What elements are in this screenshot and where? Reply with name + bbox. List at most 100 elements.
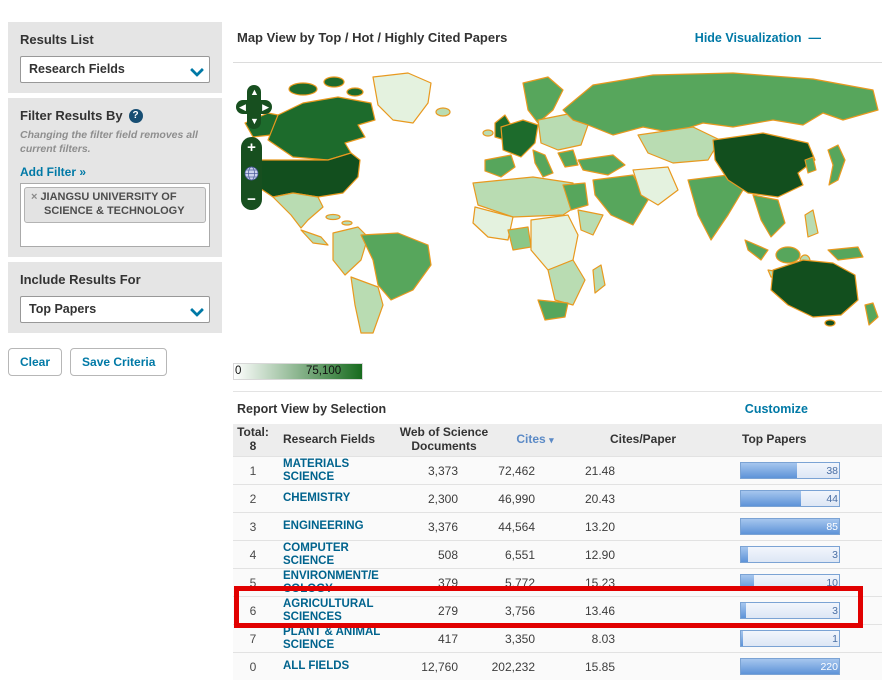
field-link[interactable]: ALL FIELDS [273,660,398,673]
top-papers-bar: 85 [740,518,840,535]
cites-cell: 72,462 [490,464,580,478]
legend-max-label: 75,100 [306,365,341,377]
field-link[interactable]: CHEMISTRY [273,492,398,505]
top-papers-bar-fill [741,547,748,562]
cites-cell: 202,232 [490,660,580,674]
cites-per-paper-cell: 21.48 [580,464,670,478]
rank-cell: 2 [233,492,273,506]
column-header-top-papers[interactable]: Top Papers [670,433,882,447]
cites-per-paper-cell: 8.03 [580,632,670,646]
map-visualization-panel: ▲ ▼ ◀ ▶ + − 0 75,100 [233,62,882,392]
clear-button[interactable]: Clear [8,348,62,376]
column-header-cites-sorted[interactable]: Cites ▾ [490,433,580,447]
rank-cell: 7 [233,632,273,646]
docs-cell: 279 [398,604,490,618]
filter-sidebar: Results List Research Fields Filter Resu… [8,22,222,376]
column-header-wos-documents[interactable]: Web of Science Documents [398,426,490,454]
top-papers-value: 3 [832,549,838,561]
sort-desc-icon: ▾ [549,435,554,445]
field-link[interactable]: AGRICULTURAL SCIENCES [273,598,398,623]
globe-icon[interactable] [244,166,259,181]
column-header-research-fields[interactable]: Research Fields [273,433,398,447]
rank-cell: 6 [233,604,273,618]
pan-right-icon[interactable]: ▶ [262,103,269,112]
filter-note: Changing the filter field removes all cu… [20,129,210,156]
table-row: 1 MATERIALS SCIENCE 3,373 72,462 21.48 3… [233,456,882,484]
top-papers-bar: 38 [740,462,840,479]
include-results-selected-value: Top Papers [29,302,96,316]
top-papers-bar-fill [741,575,754,590]
docs-cell: 3,373 [398,464,490,478]
field-link[interactable]: ENGINEERING [273,520,398,533]
table-row: 0 ALL FIELDS 12,760 202,232 15.85 220 [233,652,882,680]
docs-cell: 417 [398,632,490,646]
cites-cell: 3,756 [490,604,580,618]
docs-cell: 12,760 [398,660,490,674]
table-row: 6 AGRICULTURAL SCIENCES 279 3,756 13.46 … [233,596,882,624]
map-zoom-control: + − [241,137,262,210]
top-papers-bar: 10 [740,574,840,591]
cites-cell: 46,990 [490,492,580,506]
top-papers-value: 10 [826,577,838,589]
top-papers-bar-fill [741,463,797,478]
results-list-dropdown[interactable]: Research Fields [20,56,210,83]
cites-per-paper-cell: 13.20 [580,520,670,534]
rank-cell: 4 [233,548,273,562]
pan-up-icon[interactable]: ▲ [250,88,259,97]
cites-cell: 3,350 [490,632,580,646]
chevron-down-icon [192,65,201,74]
results-list-section: Results List Research Fields [8,22,222,93]
top-papers-bar: 3 [740,602,840,619]
map-color-legend: 0 75,100 [233,363,363,380]
pan-left-icon[interactable]: ◀ [239,103,246,112]
zoom-out-icon[interactable]: − [247,192,256,207]
world-choropleth-map[interactable] [233,65,882,357]
include-results-label: Include Results For [20,272,210,287]
chevron-down-icon [192,305,201,314]
top-papers-bar: 3 [740,546,840,563]
pan-down-icon[interactable]: ▼ [250,117,259,126]
include-results-dropdown[interactable]: Top Papers [20,296,210,323]
include-results-section: Include Results For Top Papers [8,262,222,333]
save-criteria-button[interactable]: Save Criteria [70,348,167,376]
active-filters-box: ×JIANGSU UNIVERSITY OF SCIENCE & TECHNOL… [20,183,210,247]
cites-per-paper-cell: 12.90 [580,548,670,562]
cites-per-paper-cell: 15.85 [580,660,670,674]
field-link[interactable]: COMPUTER SCIENCE [273,542,398,567]
top-papers-value: 220 [820,661,838,673]
help-icon[interactable]: ? [129,109,143,123]
customize-link[interactable]: Customize [745,402,882,416]
filter-tag[interactable]: ×JIANGSU UNIVERSITY OF SCIENCE & TECHNOL… [24,187,206,223]
top-papers-value: 44 [826,493,838,505]
top-papers-bar: 44 [740,490,840,507]
rank-cell: 0 [233,660,273,674]
results-list-label: Results List [20,32,210,47]
total-count-header: Total: 8 [233,426,273,454]
top-papers-bar-fill [741,631,743,646]
top-papers-bar-fill [741,519,839,534]
top-papers-bar-fill [741,603,746,618]
docs-cell: 2,300 [398,492,490,506]
table-row: 2 CHEMISTRY 2,300 46,990 20.43 44 [233,484,882,512]
zoom-in-icon[interactable]: + [247,140,256,155]
collapse-icon: — [809,31,823,45]
column-header-cites-per-paper[interactable]: Cites/Paper [580,433,670,447]
docs-cell: 3,376 [398,520,490,534]
rank-cell: 1 [233,464,273,478]
field-link[interactable]: MATERIALS SCIENCE [273,458,398,483]
top-papers-bar-fill [741,491,801,506]
hide-visualization-link[interactable]: Hide Visualization — [695,31,882,45]
main-content: Map View by Top / Hot / Highly Cited Pap… [233,0,882,681]
field-link[interactable]: PLANT & ANIMAL SCIENCE [273,626,398,651]
cites-cell: 6,551 [490,548,580,562]
remove-filter-icon[interactable]: × [31,191,37,203]
field-link[interactable]: ENVIRONMENT/E COLOGY [273,570,398,595]
filter-results-label: Filter Results By [20,108,123,123]
cites-per-paper-cell: 20.43 [580,492,670,506]
add-filter-link[interactable]: Add Filter » [20,165,86,179]
cites-cell: 5,772 [490,576,580,590]
results-list-selected-value: Research Fields [29,62,125,76]
rank-cell: 5 [233,576,273,590]
top-papers-value: 1 [832,633,838,645]
table-row: 5 ENVIRONMENT/E COLOGY 379 5,772 15.23 1… [233,568,882,596]
